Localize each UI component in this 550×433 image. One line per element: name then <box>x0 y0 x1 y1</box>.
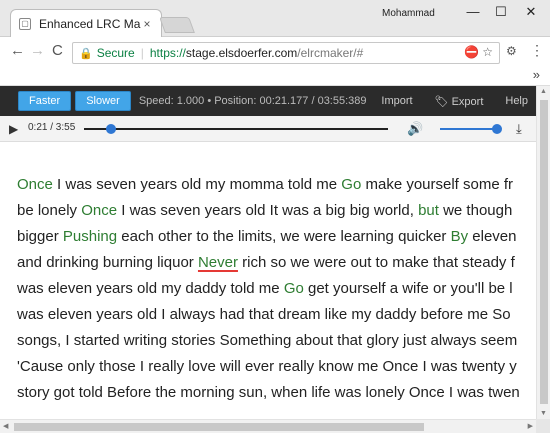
lyric-text: rich so we were out to make that steady … <box>237 254 515 271</box>
lyric-line[interactable]: was eleven years old my daddy told me Go… <box>17 276 536 302</box>
horizontal-scroll-thumb[interactable] <box>14 423 424 431</box>
timed-word[interactable]: Pushing <box>63 228 117 245</box>
lyric-line[interactable]: and drinking burning liquor Never rich s… <box>17 250 536 276</box>
bookmarks-overflow-icon[interactable]: » <box>533 67 540 82</box>
scroll-right-icon[interactable]: ▶ <box>528 422 533 430</box>
back-icon[interactable]: ← <box>10 42 25 59</box>
site-settings-icon[interactable]: ⛔ <box>464 45 479 59</box>
lyric-text: and drinking burning liquor <box>17 254 198 271</box>
address-bar[interactable]: 🔒 Secure | https:// stage.elsdoerfer.com… <box>72 42 500 64</box>
timed-word[interactable]: Go <box>284 280 304 297</box>
forward-icon[interactable]: → <box>30 42 45 59</box>
import-menu-item[interactable]: Import <box>381 95 412 107</box>
vertical-scroll-thumb[interactable] <box>540 100 548 404</box>
new-tab-button[interactable] <box>159 17 195 33</box>
lyric-line[interactable]: be lonely Once I was seven years old It … <box>17 198 536 224</box>
app-menu: Import 🏷 Export Help <box>359 86 528 116</box>
volume-icon[interactable]: 🔊 <box>407 121 423 137</box>
vertical-scrollbar[interactable]: ▲ ▼ <box>536 86 550 419</box>
omnibox-icons: ⛔ ☆ <box>464 45 493 59</box>
profile-name[interactable]: Mohammad <box>382 8 435 19</box>
lyric-line[interactable]: bigger Pushing each other to the limits,… <box>17 224 536 250</box>
volume-track[interactable] <box>440 128 498 130</box>
scroll-up-icon[interactable]: ▲ <box>540 88 547 95</box>
browser-menu-icon[interactable]: ⋮ <box>530 42 544 59</box>
timed-word[interactable]: but <box>418 202 439 219</box>
export-label: Export <box>451 95 484 108</box>
help-menu-item[interactable]: Help <box>505 95 528 107</box>
secure-label: Secure <box>96 46 135 60</box>
lock-icon: 🔒 <box>79 47 93 60</box>
lyric-text: we though <box>438 202 513 219</box>
export-menu-item[interactable]: 🏷 Export <box>435 95 484 108</box>
timed-word[interactable]: Once <box>81 202 117 219</box>
lyric-line[interactable]: 'Cause only those I really love will eve… <box>17 354 536 380</box>
lyric-text: get yourself a wife or you'll be l <box>303 280 513 297</box>
lyric-text: make yourself some fr <box>361 176 514 193</box>
address-separator: | <box>140 46 144 60</box>
faster-button[interactable]: Faster <box>18 91 72 111</box>
tab-close-icon[interactable]: × <box>141 17 153 31</box>
lyric-line[interactable]: was eleven years old I always had that d… <box>17 302 536 328</box>
reload-icon[interactable]: C <box>52 42 63 59</box>
timed-word[interactable]: Never <box>198 254 238 271</box>
playback-time: 0:21 / 3:55 <box>28 122 76 133</box>
lyric-text: 'Cause only those I really love will eve… <box>17 358 517 375</box>
lyric-text: bigger <box>17 228 63 245</box>
lyric-text: eleven <box>468 228 517 245</box>
scroll-left-icon[interactable]: ◀ <box>3 422 8 430</box>
timed-word[interactable]: Once <box>17 176 53 193</box>
lyric-text: I was seven years old It was a big big w… <box>117 202 419 219</box>
lyric-line[interactable]: songs, I started writing stories Somethi… <box>17 328 536 354</box>
horizontal-scrollbar[interactable]: ◀ ▶ <box>0 419 536 433</box>
scroll-down-icon[interactable]: ▼ <box>540 410 547 417</box>
scrollbar-corner <box>536 419 550 433</box>
minimize-icon[interactable]: — <box>458 2 488 22</box>
lyric-text: I was seven years old my momma told me <box>52 176 342 193</box>
tag-icon: 🏷 <box>434 95 449 108</box>
url-host: stage.elsdoerfer.com <box>185 46 298 60</box>
extension-icon[interactable]: ⚙ <box>506 44 517 58</box>
lyric-text: was eleven years old I always had that d… <box>17 306 511 323</box>
slower-button[interactable]: Slower <box>75 91 131 111</box>
progress-track[interactable] <box>84 128 388 130</box>
browser-tab[interactable]: ▢ Enhanced LRC Maker × <box>10 9 162 37</box>
page-favicon-icon: ▢ <box>19 17 31 30</box>
lyric-text: story got told Before the morning sun, w… <box>17 384 520 401</box>
timed-word[interactable]: Go <box>341 176 361 193</box>
speed-position-status: Speed: 1.000 • Position: 00:21.177 / 03:… <box>138 95 367 107</box>
timed-word[interactable]: By <box>451 228 469 245</box>
audio-player: ▶ 0:21 / 3:55 🔊 ⤓ <box>0 116 536 142</box>
lyric-text: be lonely <box>17 202 82 219</box>
url-scheme: https:// <box>149 46 186 60</box>
browser-titlebar: ▢ Enhanced LRC Maker × Mohammad — ☐ ✕ <box>0 0 550 37</box>
browser-toolbar: ← → C 🔒 Secure | https:// stage.elsdoerf… <box>0 38 550 66</box>
lyric-text: each other to the limits, we were learni… <box>117 228 451 245</box>
maximize-icon[interactable]: ☐ <box>486 2 516 22</box>
app-toolbar: Faster Slower Speed: 1.000 • Position: 0… <box>0 86 536 116</box>
lyric-text: songs, I started writing stories Somethi… <box>17 332 518 349</box>
lyric-line[interactable]: Once I was seven years old my momma told… <box>17 172 536 198</box>
download-icon[interactable]: ⤓ <box>516 121 522 137</box>
tab-title: Enhanced LRC Maker <box>39 16 141 31</box>
lyric-text: was eleven years old my daddy told me <box>17 280 284 297</box>
lyrics-editor[interactable]: Once I was seven years old my momma told… <box>17 172 536 412</box>
url-path: /elrcmaker/# <box>297 46 364 60</box>
lyric-line[interactable]: story got told Before the morning sun, w… <box>17 380 536 406</box>
bookmark-star-icon[interactable]: ☆ <box>482 45 493 59</box>
bookmark-bar: » <box>0 66 550 86</box>
volume-knob[interactable] <box>492 124 502 134</box>
play-icon[interactable]: ▶ <box>9 122 18 136</box>
progress-knob[interactable] <box>106 124 117 134</box>
close-window-icon[interactable]: ✕ <box>516 2 546 22</box>
